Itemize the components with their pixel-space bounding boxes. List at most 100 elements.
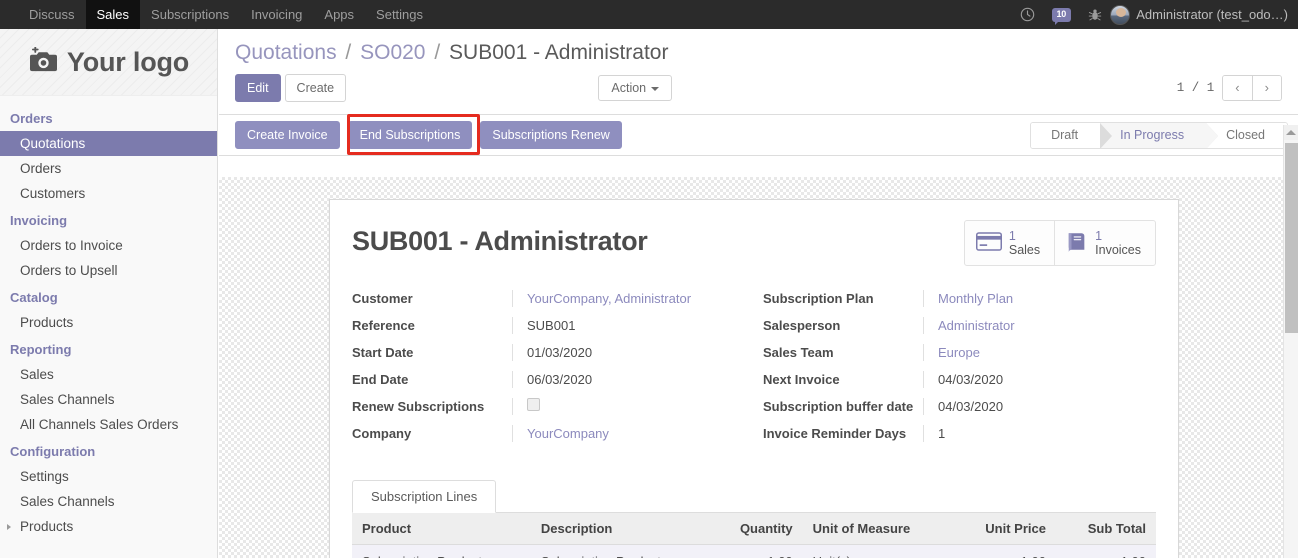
workflow-buttons: Create Invoice End Subscriptions Subscri… [235, 114, 630, 155]
pager-next-button[interactable]: › [1251, 76, 1281, 100]
field-end-date: End Date 06/03/2020 [352, 371, 754, 388]
sidebar-item-config-products[interactable]: Products [0, 514, 217, 539]
form-column-left: Customer YourCompany, Administrator Refe… [352, 290, 754, 452]
page-title: SUB001 - Administrator [352, 226, 648, 256]
status-step-in-progress[interactable]: In Progress [1100, 122, 1218, 148]
field-value-customer[interactable]: YourCompany, Administrator [512, 290, 754, 307]
sidebar-section-orders: Orders [10, 111, 53, 126]
column-sub-total: Sub Total [1055, 513, 1156, 545]
field-customer: Customer YourCompany, Administrator [352, 290, 754, 307]
record-sheet: SUB001 - Administrator 1 Sales 1 Invoice… [329, 199, 1179, 558]
scrollbar-thumb[interactable] [1285, 143, 1298, 333]
messages-icon[interactable]: 10 [1042, 0, 1080, 29]
sidebar-item-label: Products [20, 519, 74, 534]
tab-subscription-lines[interactable]: Subscription Lines [352, 480, 497, 513]
clock-icon[interactable] [1012, 0, 1042, 29]
table-row[interactable]: Subscription Product Subscription Produc… [352, 544, 1156, 558]
renew-subscriptions-checkbox[interactable] [527, 398, 540, 411]
sidebar-item-sales-report[interactable]: Sales [0, 362, 217, 387]
top-navbar: Discuss Sales Subscriptions Invoicing Ap… [0, 0, 1298, 29]
sidebar-item-label: Sales [20, 367, 54, 382]
sidebar-item-all-channels-sales-orders[interactable]: All Channels Sales Orders [0, 412, 217, 437]
pager-previous-button[interactable]: ‹ [1223, 76, 1252, 100]
sidebar-item-products[interactable]: Products [0, 310, 217, 335]
sidebar-item-label: Orders to Invoice [20, 238, 123, 253]
sidebar-section-catalog: Catalog [10, 290, 58, 305]
sidebar-item-sales-channels-report[interactable]: Sales Channels [0, 387, 217, 412]
user-menu[interactable]: Administrator (test_odo…) [1136, 7, 1288, 22]
bug-icon[interactable] [1080, 0, 1110, 29]
sidebar-item-label: Orders to Upsell [20, 263, 118, 278]
field-label: Invoice Reminder Days [763, 426, 907, 441]
breadcrumb: Quotations / SO020 / SUB001 - Administra… [235, 29, 1282, 69]
sidebar-item-config-sales-channels[interactable]: Sales Channels [0, 489, 217, 514]
sidebar-item-label: Products [20, 315, 74, 330]
pager: 1 / 1 ‹ › [1177, 75, 1282, 101]
action-menu-wrapper: Action [598, 75, 673, 101]
status-step-draft[interactable]: Draft [1031, 122, 1113, 148]
nav-label: Discuss [29, 7, 75, 22]
sidebar-item-label: Orders [20, 161, 62, 176]
nav-item-settings[interactable]: Settings [365, 0, 434, 29]
sidebar-item-quotations[interactable]: Quotations [0, 131, 217, 156]
field-value-sales-team[interactable]: Europe [923, 344, 1156, 361]
subscriptions-renew-button[interactable]: Subscriptions Renew [480, 121, 622, 149]
field-value-salesperson[interactable]: Administrator [923, 317, 1156, 334]
nav-label: Invoicing [251, 7, 303, 22]
nav-item-invoicing[interactable]: Invoicing [240, 0, 313, 29]
company-logo[interactable]: Your logo [0, 29, 217, 96]
sidebar-item-label: Settings [20, 469, 69, 484]
sidebar-item-customers[interactable]: Customers [0, 181, 217, 206]
nav-item-discuss[interactable]: Discuss [18, 0, 86, 29]
sales-count: 1 [1008, 229, 1016, 243]
end-subscriptions-button[interactable]: End Subscriptions [347, 121, 473, 149]
sidebar-item-label: All Channels Sales Orders [20, 417, 179, 432]
sales-stat-button[interactable]: 1 Sales [965, 221, 1054, 265]
cell-sub-total: 1.00 [1055, 544, 1156, 558]
breadcrumb-separator: / [345, 41, 352, 64]
sidebar-section-invoicing: Invoicing [10, 213, 68, 228]
nav-label: Apps [324, 7, 355, 22]
sidebar-item-orders-to-invoice[interactable]: Orders to Invoice [0, 233, 217, 258]
create-invoice-button[interactable]: Create Invoice [235, 121, 340, 149]
subscription-lines-table: Product Description Quantity Unit of Mea… [352, 513, 1156, 558]
field-label: Next Invoice [763, 372, 840, 387]
field-value-company[interactable]: YourCompany [512, 425, 754, 442]
breadcrumb-item-current: SUB001 - Administrator [449, 41, 669, 64]
sidebar-item-orders-to-upsell[interactable]: Orders to Upsell [0, 258, 217, 283]
avatar[interactable] [1110, 4, 1131, 25]
field-subscription-buffer-date: Subscription buffer date 04/03/2020 [763, 398, 1156, 415]
cell-unit-of-measure: Unit(s) [802, 544, 953, 558]
edit-button[interactable]: Edit [235, 74, 281, 102]
main-content: Quotations / SO020 / SUB001 - Administra… [219, 29, 1298, 558]
breadcrumb-item-quotations[interactable]: Quotations [235, 41, 337, 64]
sidebar-item-settings[interactable]: Settings [0, 464, 217, 489]
action-dropdown[interactable]: Action [598, 75, 673, 101]
field-value-reference: SUB001 [512, 317, 754, 334]
invoices-count: 1 [1095, 229, 1103, 243]
vertical-scrollbar[interactable] [1283, 125, 1298, 558]
create-button[interactable]: Create [284, 74, 347, 102]
nav-label: Subscriptions [151, 7, 230, 22]
field-label: Company [352, 426, 412, 441]
form-background: SUB001 - Administrator 1 Sales 1 Invoice… [219, 177, 1298, 558]
nav-item-apps[interactable]: Apps [313, 0, 365, 29]
field-next-invoice: Next Invoice 04/03/2020 [763, 371, 1156, 388]
sidebar: Your logo Orders Quotations Orders Custo… [0, 29, 218, 558]
nav-label: Sales [96, 7, 130, 22]
action-label: Action [611, 81, 647, 95]
column-product: Product [352, 513, 531, 545]
sidebar-item-orders[interactable]: Orders [0, 156, 217, 181]
invoices-stat-button[interactable]: 1 Invoices [1054, 221, 1155, 265]
sidebar-item-label: Quotations [20, 136, 86, 151]
breadcrumb-item-so020[interactable]: SO020 [360, 41, 425, 64]
field-value-subscription-plan[interactable]: Monthly Plan [923, 290, 1156, 307]
status-step-closed[interactable]: Closed [1206, 122, 1287, 148]
column-quantity: Quantity [709, 513, 803, 545]
cell-unit-price: 1.00 [952, 544, 1056, 558]
nav-item-sales[interactable]: Sales [85, 0, 141, 29]
nav-item-subscriptions[interactable]: Subscriptions [140, 0, 240, 29]
field-company: Company YourCompany [352, 425, 754, 442]
scroll-up-button[interactable] [1284, 125, 1298, 140]
field-invoice-reminder-days: Invoice Reminder Days 1 [763, 425, 1156, 442]
